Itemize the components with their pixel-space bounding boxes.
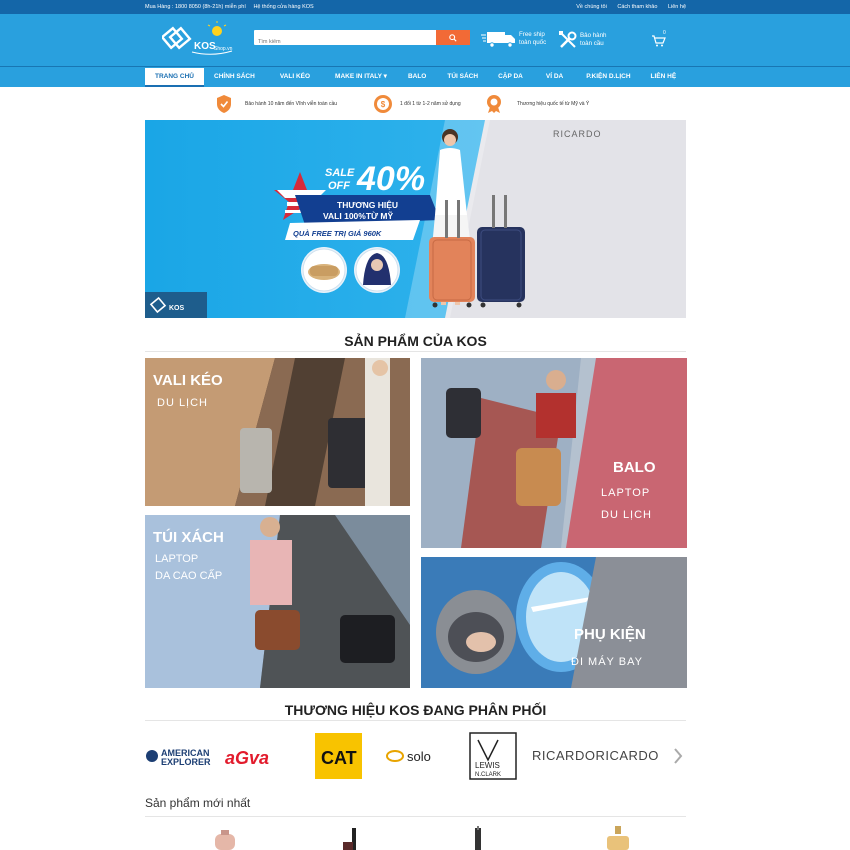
- policy-brand: Thương hiệu quốc tế từ Mỹ và Ý: [485, 94, 589, 114]
- section-title-new: Sản phẩm mới nhất: [145, 796, 251, 810]
- shield-icon: [217, 95, 231, 113]
- banner-brand: RICARDO: [553, 129, 602, 139]
- brand-carousel[interactable]: AMERICAN EXPLORER aGva CAT solo LEWIS N.…: [145, 730, 686, 782]
- search-button[interactable]: [436, 30, 470, 45]
- cart-count: 0: [663, 30, 666, 36]
- brand-logos: AMERICAN EXPLORER aGva CAT solo LEWIS N.…: [146, 732, 683, 780]
- nav-balo[interactable]: BALO: [397, 67, 437, 87]
- reference-link[interactable]: Cách tham khảo: [617, 4, 657, 10]
- nav-policy[interactable]: CHÍNH SÁCH: [204, 67, 265, 87]
- banner-logo: KOS: [169, 305, 185, 312]
- vali-sub: DU LỊCH: [157, 397, 208, 409]
- warranty-line2: toàn cầu: [580, 40, 604, 47]
- banner-graphic: SALE OFF 40% THƯƠNG HIỆU VALI 100%TỪ MỸ …: [145, 120, 686, 318]
- brand-ricardo: RICARDORICARDO: [532, 748, 659, 763]
- balo-sub1: LAPTOP: [601, 487, 650, 499]
- product-thumbs: [215, 826, 629, 850]
- category-tui-xach[interactable]: TÚI XÁCH LAPTOP DA CAO CẤP: [145, 515, 410, 688]
- vali-title: VALI KÉO: [153, 372, 223, 389]
- category-phu-kien[interactable]: PHỤ KIỆN ĐI MÁY BAY: [421, 557, 687, 688]
- cart-icon: [652, 35, 666, 47]
- divider: [145, 720, 686, 721]
- logo-text: KOS: [194, 41, 216, 52]
- banner-line1: THƯƠNG HIỆU: [337, 199, 398, 210]
- svg-text:$: $: [381, 100, 386, 109]
- contact-link[interactable]: Liên hệ: [668, 4, 686, 10]
- new-products-row: [145, 826, 686, 850]
- nav-home[interactable]: TRANG CHỦ: [145, 68, 204, 87]
- nav-vali[interactable]: VALI KÉO: [265, 67, 325, 87]
- brand-agva: aGva: [225, 748, 269, 768]
- brand-cat: CAT: [321, 748, 357, 768]
- tui-sub1: LAPTOP: [155, 553, 198, 565]
- section-title-products: SẢN PHẨM CỦA KOS: [344, 333, 487, 349]
- warranty-info: Bảo hành toàn cầu: [558, 30, 607, 50]
- main-nav: TRANG CHỦ CHÍNH SÁCH VALI KÉO MAKE IN IT…: [0, 66, 850, 87]
- nav-cap-da[interactable]: CẶP DA: [488, 67, 533, 87]
- top-bar: Mua Hàng : 1800 8050 (8h-21h) miễn phí H…: [0, 0, 850, 14]
- nav-lien-he[interactable]: LIÊN HỆ: [641, 67, 687, 87]
- tui-title: TÚI XÁCH: [153, 528, 224, 546]
- brand-solo: solo: [407, 749, 431, 764]
- vali-graphic: VALI KÉO DU LỊCH: [145, 358, 410, 506]
- hotline-text: Mua Hàng : 1800 8050 (8h-21h) miễn phí: [145, 4, 246, 10]
- policy-text-1: Bảo hành 10 năm đến Vĩnh viễn toàn cầu: [245, 101, 338, 107]
- nav-make-in-italy[interactable]: MAKE IN ITALY ▾: [325, 67, 397, 87]
- nav-vi-da[interactable]: VÍ DA: [533, 67, 576, 87]
- balo-graphic: BALO LAPTOP DU LỊCH: [421, 358, 687, 548]
- money-badge-icon: $: [374, 95, 392, 113]
- balo-sub2: DU LỊCH: [601, 509, 652, 521]
- policy-warranty: Bảo hành 10 năm đến Vĩnh viễn toàn cầu: [215, 94, 337, 114]
- next-arrow-icon: [674, 748, 683, 764]
- truck-icon: [481, 32, 515, 48]
- policy-strip: Bảo hành 10 năm đến Vĩnh viễn toàn cầu $…: [145, 92, 686, 116]
- ship-line2: toàn quốc: [519, 39, 547, 46]
- tools-icon: [559, 31, 577, 48]
- brand-nclark: N.CLARK: [475, 772, 501, 778]
- cart-button[interactable]: 0: [652, 30, 666, 52]
- category-balo[interactable]: BALO LAPTOP DU LỊCH: [421, 358, 687, 548]
- about-link[interactable]: Về chúng tôi: [576, 4, 607, 10]
- brand-explorer: EXPLORER: [161, 757, 211, 767]
- site-logo[interactable]: KOS Shop.vn: [160, 20, 238, 60]
- warranty-line1: Bảo hành: [580, 32, 607, 39]
- policy-exchange: $ 1 đổi 1 từ 1-2 năm sử dụng: [373, 94, 461, 114]
- banner-percent: 40%: [356, 160, 425, 198]
- brand-lewis: LEWIS: [475, 761, 500, 770]
- phukien-sub: ĐI MÁY BAY: [571, 655, 643, 668]
- award-icon: [487, 95, 501, 113]
- nav-tui-sach[interactable]: TÚI SÁCH: [437, 67, 488, 87]
- banner-sale: SALE: [325, 167, 355, 179]
- stores-link[interactable]: Hệ thống cửa hàng KOS: [253, 4, 313, 10]
- search-icon: [449, 33, 457, 42]
- ship-line1: Free ship: [519, 31, 545, 38]
- policy-text-3: Thương hiệu quốc tế từ Mỹ và Ý: [517, 101, 590, 107]
- phukien-graphic: PHỤ KIỆN ĐI MÁY BAY: [421, 557, 687, 688]
- search-box: [254, 30, 470, 50]
- nav-phu-kien[interactable]: P.KIỆN D.LỊCH: [576, 67, 640, 87]
- phukien-title: PHỤ KIỆN: [574, 625, 646, 643]
- banner-line2: VALI 100%TỪ MỸ: [323, 210, 394, 221]
- search-input[interactable]: [254, 34, 434, 50]
- policy-text-2: 1 đổi 1 từ 1-2 năm sử dụng: [400, 101, 461, 107]
- divider: [145, 351, 686, 352]
- divider: [145, 816, 686, 817]
- balo-title: BALO: [613, 459, 656, 476]
- hero-banner[interactable]: SALE OFF 40% THƯƠNG HIỆU VALI 100%TỪ MỸ …: [145, 120, 686, 318]
- banner-off: OFF: [328, 180, 350, 192]
- free-ship-info: Free ship toàn quốc: [481, 30, 546, 48]
- tui-graphic: TÚI XÁCH LAPTOP DA CAO CẤP: [145, 515, 410, 688]
- category-vali[interactable]: VALI KÉO DU LỊCH: [145, 358, 410, 506]
- logo-sub: Shop.vn: [214, 46, 233, 52]
- header: KOS Shop.vn Free ship toàn quốc: [0, 14, 850, 66]
- section-title-brands: THƯƠNG HIỆU KOS ĐANG PHÂN PHỐI: [284, 702, 547, 718]
- banner-gift: QUÀ FREE TRỊ GIÁ 960K: [293, 229, 382, 238]
- tui-sub2: DA CAO CẤP: [155, 569, 222, 582]
